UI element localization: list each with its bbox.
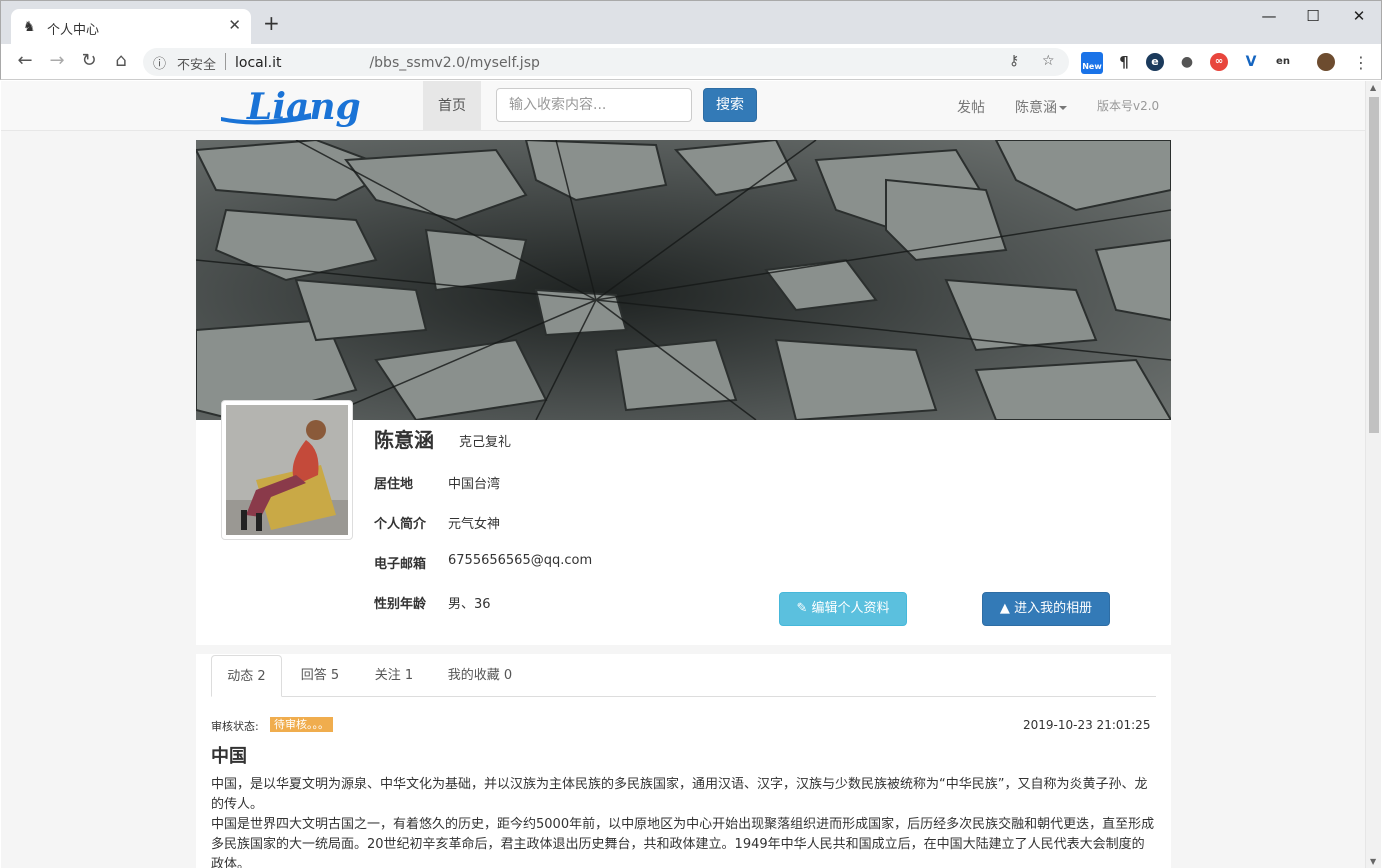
browser-menu-icon[interactable]: ⋮ [1353, 53, 1369, 72]
tab-close-icon[interactable]: ✕ [228, 16, 241, 34]
bio-value: 元气女神 [448, 517, 501, 532]
profile-name: 陈意涵 [374, 428, 434, 452]
browser-tab[interactable]: ♞ 个人中心 ✕ [11, 9, 251, 45]
email-label: 电子邮箱 [374, 557, 427, 572]
page-favicon-icon: ♞ [23, 19, 36, 35]
extension-bulb-icon[interactable]: ● [1178, 53, 1196, 71]
key-icon[interactable]: ⚷ [1009, 53, 1019, 69]
search-input[interactable] [496, 88, 692, 122]
back-button[interactable]: ← [13, 50, 37, 72]
extension-pilcrow-icon[interactable]: ¶ [1115, 53, 1133, 71]
tab-following[interactable]: 关注 1 [361, 655, 427, 697]
edit-profile-label: 编辑个人资料 [811, 601, 890, 616]
nav-version-label: 版本号v2.0 [1097, 99, 1160, 113]
page-viewport: Liang 首页 搜索 发帖 陈意涵 版本号v2.0 [1, 81, 1365, 868]
scroll-down-icon[interactable]: ▼ [1370, 857, 1376, 866]
post-body: 中国，是以华夏文明为源泉、中华文化为基础，并以汉族为主体民族的多民族国家，通用汉… [211, 775, 1156, 868]
info-icon[interactable]: ⓘ [153, 53, 166, 72]
avatar[interactable] [221, 400, 353, 540]
avatar-image [226, 405, 348, 535]
profile-card: 陈意涵 克己复礼 居住地 中国台湾 个人简介 元气女神 电子邮箱 6755656… [196, 140, 1171, 645]
gender-age-label: 性别年龄 [374, 597, 427, 612]
new-tab-button[interactable]: + [263, 13, 280, 33]
post-timestamp: 2019-10-23 21:01:25 [1023, 718, 1151, 732]
status-badge: 待审核。。。 [270, 717, 333, 732]
search-button[interactable]: 搜索 [703, 88, 757, 122]
home-button[interactable]: ⌂ [109, 50, 133, 72]
post-title[interactable]: 中国 [211, 742, 247, 768]
browser-toolbar: ← → ↻ ⌂ ⓘ 不安全 local.it/bbs_ssmv2.0/mysel… [0, 44, 1382, 80]
profile-motto: 克己复礼 [459, 435, 512, 450]
url-path: /bbs_ssmv2.0/myself.jsp [369, 55, 540, 71]
url-redaction [281, 53, 369, 67]
open-album-button[interactable]: ▲ 进入我的相册 [982, 592, 1110, 626]
residence-value: 中国台湾 [448, 477, 501, 492]
maximize-button[interactable]: ☐ [1303, 7, 1323, 25]
minimize-button[interactable]: — [1259, 7, 1279, 25]
road-icon: ▲ [999, 601, 1010, 616]
profile-avatar-icon[interactable] [1317, 53, 1335, 71]
bookmark-star-icon[interactable]: ☆ [1042, 53, 1055, 69]
logo-text: Liang [246, 86, 361, 127]
profile-banner-image [196, 140, 1171, 420]
nav-user-name: 陈意涵 [1015, 100, 1057, 116]
activity-tabs: 动态 2 回答 5 关注 1 我的收藏 0 [211, 654, 1156, 697]
extension-v-icon[interactable]: V [1242, 53, 1260, 71]
posts-panel: 动态 2 回答 5 关注 1 我的收藏 0 审核状态: 待审核。。。 2019-… [196, 654, 1171, 868]
url-host: local.it [235, 55, 282, 71]
extension-translate-icon[interactable]: en [1274, 53, 1292, 71]
open-album-label: 进入我的相册 [1014, 601, 1093, 616]
post-paragraph: 中国，是以华夏文明为源泉、中华文化为基础，并以汉族为主体民族的多民族国家，通用汉… [211, 777, 1148, 812]
scrollbar-thumb[interactable] [1369, 97, 1379, 433]
tab-favorites[interactable]: 我的收藏 0 [435, 655, 525, 697]
forward-button[interactable]: → [45, 50, 69, 72]
security-status[interactable]: 不安全 [177, 54, 216, 73]
pencil-icon: ✎ [796, 601, 808, 616]
nav-home-link[interactable]: 首页 [423, 81, 481, 131]
extension-e-icon[interactable]: e [1146, 53, 1164, 71]
site-navbar: Liang 首页 搜索 发帖 陈意涵 版本号v2.0 [1, 81, 1365, 131]
extension-infinity-icon[interactable]: ∞ [1210, 53, 1228, 71]
browser-tab-strip: ♞ 个人中心 ✕ + — ☐ ✕ [0, 0, 1382, 45]
url-text[interactable]: local.it/bbs_ssmv2.0/myself.jsp [235, 53, 540, 71]
nav-user-dropdown[interactable]: 陈意涵 [1015, 97, 1067, 117]
site-logo[interactable]: Liang [219, 85, 403, 127]
residence-label: 居住地 [374, 477, 414, 492]
gender-age-value: 男、36 [448, 597, 491, 612]
post-paragraph: 中国是世界四大文明古国之一，有着悠久的历史，距今约5000年前，以中原地区为中心… [211, 817, 1155, 868]
page-scrollbar[interactable]: ▲ ▼ [1365, 81, 1381, 868]
extension-new-icon[interactable]: New [1081, 52, 1103, 74]
address-bar[interactable]: ⓘ 不安全 local.it/bbs_ssmv2.0/myself.jsp ⚷ … [143, 48, 1069, 76]
close-window-button[interactable]: ✕ [1349, 7, 1369, 25]
scroll-up-icon[interactable]: ▲ [1370, 83, 1376, 92]
tab-title: 个人中心 [47, 23, 100, 38]
reload-button[interactable]: ↻ [77, 50, 101, 72]
email-value: 6755656565@qq.com [448, 553, 593, 568]
nav-post-link[interactable]: 发帖 [957, 97, 985, 117]
tab-activity[interactable]: 动态 2 [211, 655, 282, 697]
extension-new-label: New [1082, 62, 1102, 71]
bio-label: 个人简介 [374, 517, 427, 532]
review-status-label: 审核状态: [211, 720, 259, 733]
caret-down-icon [1059, 106, 1067, 110]
divider [225, 53, 226, 70]
edit-profile-button[interactable]: ✎ 编辑个人资料 [779, 592, 907, 626]
tab-answers[interactable]: 回答 5 [287, 655, 353, 697]
